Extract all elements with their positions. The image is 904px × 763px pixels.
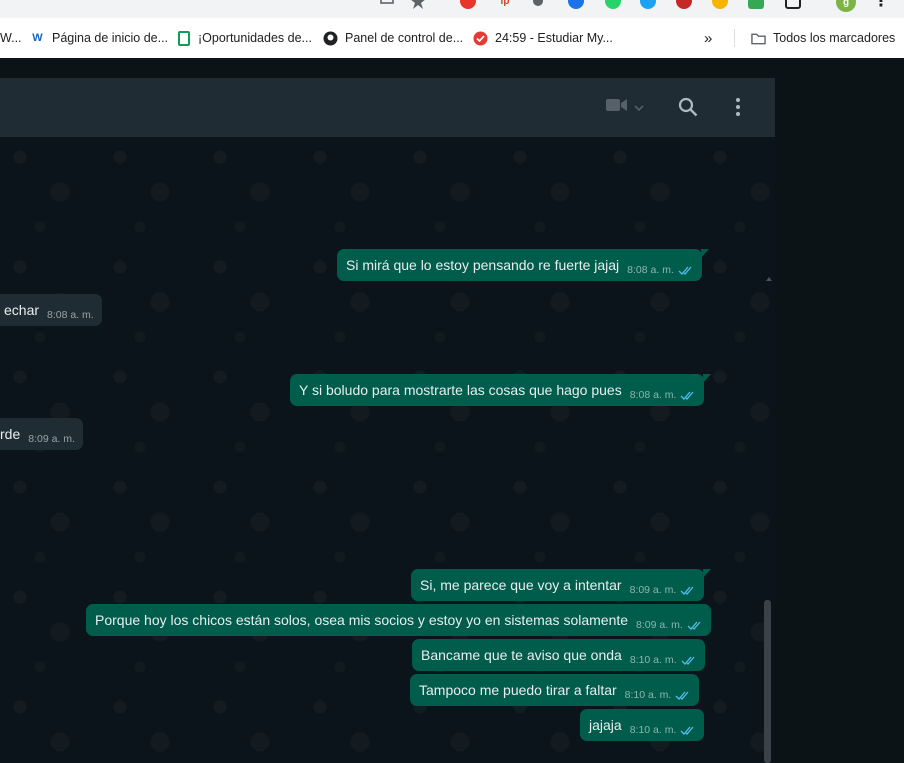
message-text: Si mirá que lo estoy pensando re fuerte …	[346, 257, 620, 273]
double-check-icon	[687, 621, 701, 630]
record-extension-icon[interactable]	[533, 0, 543, 6]
message-text: Si, me parece que voy a intentar	[420, 577, 622, 593]
message-meta: 8:09 a. m.	[630, 584, 697, 596]
message-text: rde	[0, 426, 21, 442]
bookmark-item-oportunidades[interactable]: ¡Oportunidades de...	[176, 29, 312, 47]
bookmark-item-panel-control[interactable]: Panel de control de...	[323, 29, 463, 47]
browser-menu-icon[interactable]: ⋮	[873, 0, 889, 10]
menu-icon	[734, 98, 742, 121]
bubble-tail	[703, 374, 712, 383]
double-check-icon	[675, 691, 689, 700]
app-background-right	[775, 58, 904, 763]
message-time: 8:10 a. m.	[629, 654, 677, 666]
message-incoming[interactable]: echar 8:08 a. m.	[0, 294, 102, 326]
message-outgoing[interactable]: Bancame que te aviso que onda 8:10 a. m.	[412, 639, 705, 671]
message-time: 8:09 a. m.	[629, 584, 677, 596]
message-text: jajaja	[589, 717, 622, 733]
bookmarks-divider	[734, 29, 735, 47]
message-outgoing[interactable]: Y si boludo para mostrarte las cosas que…	[290, 374, 712, 406]
profile-avatar[interactable]: g	[836, 0, 856, 12]
profile-initial: g	[842, 0, 850, 8]
message-meta: 8:08 a. m.	[47, 309, 94, 321]
message-text: Bancame que te aviso que onda	[421, 647, 622, 663]
message-meta: 8:08 a. m.	[627, 264, 694, 276]
extensions-puzzle-icon[interactable]	[785, 0, 801, 9]
message-time: 8:08 a. m.	[629, 389, 677, 401]
message-meta: 8:10 a. m.	[625, 689, 692, 701]
message-text: Porque hoy los chicos están solos, osea …	[95, 612, 629, 628]
bookmark-label: 24:59 - Estudiar My...	[495, 31, 613, 45]
bookmarks-bar: W... W Página de inicio de... ¡Oportunid…	[0, 18, 904, 59]
message-outgoing[interactable]: Si mirá que lo estoy pensando re fuerte …	[337, 249, 709, 281]
video-call-button[interactable]	[606, 98, 644, 117]
message-time: 8:08 a. m.	[627, 264, 674, 276]
search-icon	[678, 97, 698, 121]
bubble-tail	[703, 569, 712, 578]
app-background	[0, 58, 775, 78]
message-incoming[interactable]: rde 8:09 a. m.	[0, 418, 83, 450]
bookmark-label: Página de inicio de...	[52, 31, 169, 45]
double-check-icon	[680, 726, 694, 735]
message-meta: 8:10 a. m.	[630, 654, 697, 666]
message-meta: 8:10 a. m.	[630, 724, 697, 736]
message-time: 8:09 a. m.	[636, 619, 683, 631]
red-extension-icon[interactable]	[676, 0, 692, 9]
overflow-chevron-icon: »	[704, 29, 713, 47]
bookmark-label: ¡Oportunidades de...	[198, 31, 312, 45]
document-icon	[176, 30, 191, 46]
message-outgoing[interactable]: jajaja 8:10 a. m.	[580, 709, 705, 741]
message-text: Tampoco me puedo tirar a faltar	[419, 682, 617, 698]
double-check-icon	[678, 266, 692, 275]
message-outgoing[interactable]: Si, me parece que voy a intentar 8:09 a.…	[411, 569, 712, 601]
bookmark-item-wikipedia[interactable]: W Página de inicio de...	[30, 29, 168, 47]
check-extension-icon[interactable]	[748, 0, 764, 9]
scroll-up-icon[interactable]	[766, 277, 772, 281]
message-text: echar	[4, 302, 40, 318]
double-check-icon	[680, 391, 694, 400]
message-meta: 8:09 a. m.	[636, 619, 703, 631]
folder-icon	[751, 31, 766, 46]
message-time: 8:10 a. m.	[629, 724, 677, 736]
whatsapp-extension-icon[interactable]	[605, 0, 621, 9]
message-text: Y si boludo para mostrarte las cosas que…	[299, 382, 622, 398]
github-icon	[323, 31, 338, 46]
message-time: 8:10 a. m.	[624, 689, 672, 701]
all-bookmarks-label: Todos los marcadores	[773, 31, 896, 45]
chat-header	[0, 78, 775, 137]
bookmarks-overflow-button[interactable]: »	[704, 29, 712, 47]
wikipedia-w-icon: W	[32, 32, 43, 44]
message-outgoing[interactable]: Tampoco me puedo tirar a faltar 8:10 a. …	[410, 674, 700, 706]
double-check-icon	[681, 656, 695, 665]
bubble-tail	[700, 249, 709, 258]
conversation-scrollbar[interactable]	[764, 600, 771, 763]
message-time: 8:08 a. m.	[47, 309, 94, 321]
message-meta: 8:09 a. m.	[28, 433, 75, 445]
browser-toolbar: ip g ⋮	[0, 0, 904, 18]
opera-extension-icon[interactable]	[460, 0, 476, 9]
yellow-extension-icon[interactable]	[712, 0, 728, 9]
translate-extension-icon[interactable]	[568, 0, 584, 9]
message-outgoing[interactable]: Porque hoy los chicos están solos, osea …	[86, 604, 711, 636]
conversation-panel[interactable]: Si mirá que lo estoy pensando re fuerte …	[0, 137, 775, 763]
bookmark-label: W...	[0, 31, 22, 45]
all-bookmarks-button[interactable]: Todos los marcadores	[751, 29, 895, 47]
message-meta: 8:08 a. m.	[630, 389, 697, 401]
bookmark-item-estudiar[interactable]: 24:59 - Estudiar My...	[473, 29, 613, 47]
cast-icon[interactable]	[380, 0, 396, 9]
double-check-icon	[680, 586, 694, 595]
chevron-down-icon	[634, 99, 644, 117]
message-time: 8:09 a. m.	[28, 433, 75, 445]
chat-menu-button[interactable]	[734, 97, 742, 122]
bookmark-star-icon[interactable]	[410, 0, 426, 9]
ip-extension-icon[interactable]: ip	[497, 0, 513, 9]
s-extension-icon[interactable]	[640, 0, 656, 9]
bookmark-label: Panel de control de...	[345, 31, 464, 45]
video-call-icon	[606, 98, 628, 117]
search-button[interactable]	[678, 97, 698, 122]
check-circle-icon	[473, 31, 488, 46]
bookmark-partial[interactable]: W...	[0, 29, 22, 47]
